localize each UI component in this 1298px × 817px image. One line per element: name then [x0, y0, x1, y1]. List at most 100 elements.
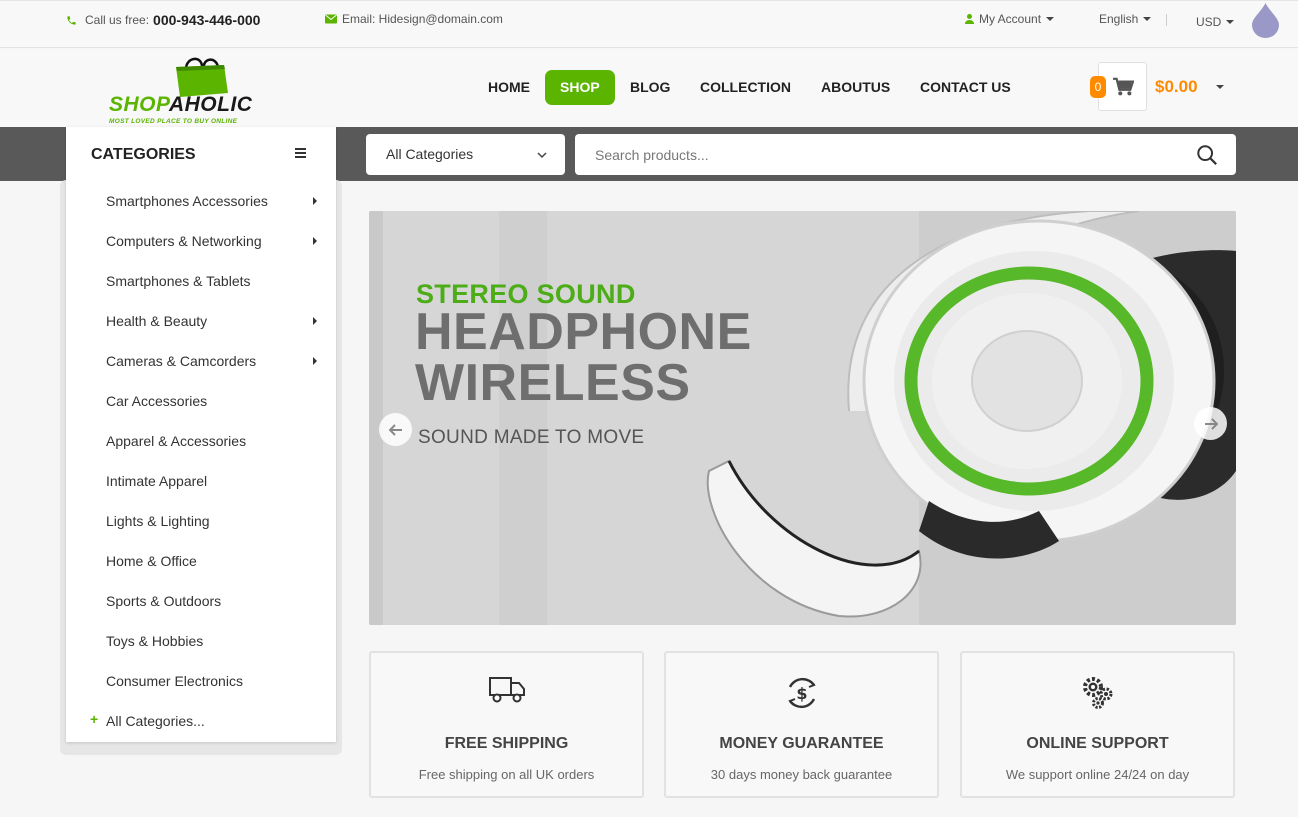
category-item[interactable]: Health & Beauty	[66, 301, 336, 341]
category-select[interactable]: All Categories	[366, 134, 565, 175]
nav-aboutus[interactable]: ABOUTUS	[821, 70, 890, 105]
feature-money-guarantee: $ MONEY GUARANTEE 30 days money back gua…	[664, 651, 939, 798]
nav-home[interactable]: HOME	[488, 70, 530, 105]
chevron-down-icon	[537, 152, 547, 159]
feature-title: ONLINE SUPPORT	[1026, 735, 1169, 752]
hamburger-icon[interactable]	[295, 148, 306, 158]
envelope-icon	[325, 14, 337, 24]
slider-next-button[interactable]	[1194, 407, 1227, 440]
hero-banner[interactable]: STEREO SOUND HEADPHONE WIRELESS SOUND MA…	[369, 211, 1236, 625]
feature-title: FREE SHIPPING	[444, 735, 569, 752]
category-label: Home & Office	[106, 553, 197, 569]
search-icon[interactable]	[1196, 144, 1218, 166]
banner-headline-1: HEADPHONE	[415, 303, 752, 361]
category-label: Toys & Hobbies	[106, 633, 204, 649]
feature-free-shipping: FREE SHIPPING Free shipping on all UK or…	[369, 651, 644, 798]
logo[interactable]: SHOPAHOLIC MOST LOVED PLACE TO BUY ONLIN…	[104, 55, 294, 125]
feature-desc: Free shipping on all UK orders	[418, 767, 595, 782]
svg-text:$: $	[796, 684, 807, 703]
caret-right-icon	[313, 197, 317, 205]
email-info: Email: Hidesign@domain.com	[325, 12, 503, 26]
category-label: Health & Beauty	[106, 313, 208, 329]
feature-online-support: ONLINE SUPPORT We support online 24/24 o…	[960, 651, 1235, 798]
plus-icon: +	[90, 711, 99, 727]
category-item[interactable]: Car Accessories	[66, 381, 336, 421]
category-item[interactable]: Computers & Networking	[66, 221, 336, 261]
category-item[interactable]: Cameras & Camcorders	[66, 341, 336, 381]
banner-headline-2: WIRELESS	[415, 354, 691, 412]
nav-shop[interactable]: SHOP	[545, 70, 615, 105]
banner-stripe	[369, 211, 383, 625]
category-label: Computers & Networking	[106, 233, 262, 249]
phone-number[interactable]: 000-943-446-000	[153, 12, 260, 28]
top-bar: Call us free: 000-943-446-000 Email: Hid…	[0, 0, 1298, 48]
caret-right-icon	[313, 317, 317, 325]
category-label: Sports & Outdoors	[106, 593, 222, 609]
headphone-image	[706, 211, 1236, 618]
divider	[1166, 14, 1167, 26]
all-categories-label: All Categories...	[106, 713, 205, 729]
my-account-label: My Account	[979, 12, 1042, 26]
categories-panel: CATEGORIES Smartphones Accessories Compu…	[66, 127, 336, 742]
nav-collection[interactable]: COLLECTION	[700, 70, 791, 105]
caret-right-icon	[313, 237, 317, 245]
category-label: Apparel & Accessories	[106, 433, 247, 449]
feature-title: MONEY GUARANTEE	[719, 735, 884, 752]
currency-label: USD	[1196, 15, 1222, 29]
my-account-dropdown[interactable]: My Account	[965, 12, 1055, 26]
feature-desc: We support online 24/24 on day	[1005, 767, 1190, 782]
truck-icon	[487, 673, 527, 713]
phone-info: Call us free: 000-943-446-000	[66, 12, 260, 28]
language-label: English	[1099, 12, 1139, 26]
caret-right-icon	[313, 357, 317, 365]
chevron-down-icon	[1143, 17, 1152, 21]
nav-contact-us[interactable]: CONTACT US	[920, 70, 1011, 105]
gears-icon	[1078, 673, 1118, 713]
category-label: Cameras & Camcorders	[106, 353, 257, 369]
feature-desc: 30 days money back guarantee	[710, 767, 893, 782]
category-item[interactable]: Intimate Apparel	[66, 461, 336, 501]
cart-chevron-down-icon[interactable]	[1216, 85, 1224, 89]
category-label: Lights & Lighting	[106, 513, 210, 529]
category-item[interactable]: Lights & Lighting	[66, 501, 336, 541]
cart-total[interactable]: $0.00	[1155, 77, 1198, 97]
all-categories-link[interactable]: + All Categories...	[66, 701, 336, 741]
category-item[interactable]: Home & Office	[66, 541, 336, 581]
category-select-value: All Categories	[386, 146, 474, 162]
phone-label: Call us free:	[85, 13, 150, 27]
email-text[interactable]: Email: Hidesign@domain.com	[342, 12, 503, 26]
category-item[interactable]: Toys & Hobbies	[66, 621, 336, 661]
cart-count-badge: 0	[1090, 76, 1106, 98]
category-label: Smartphones & Tablets	[106, 273, 251, 289]
slider-prev-button[interactable]	[379, 413, 412, 446]
search-box	[575, 134, 1236, 175]
banner-stripe	[499, 211, 547, 625]
arrow-left-icon	[388, 423, 402, 436]
logo-tagline: MOST LOVED PLACE TO BUY ONLINE	[109, 118, 238, 125]
chevron-down-icon	[1226, 20, 1235, 24]
currency-dropdown[interactable]: USD	[1196, 15, 1235, 29]
cart-icon	[1112, 77, 1134, 95]
categories-title: CATEGORIES	[91, 146, 196, 163]
droplet-icon[interactable]	[1251, 2, 1280, 38]
category-item[interactable]: Smartphones Accessories	[66, 181, 336, 221]
chevron-down-icon	[1046, 17, 1055, 21]
category-item[interactable]: Sports & Outdoors	[66, 581, 336, 621]
category-item[interactable]: Consumer Electronics	[66, 661, 336, 701]
arrow-right-icon	[1204, 417, 1218, 430]
category-item[interactable]: Smartphones & Tablets	[66, 261, 336, 301]
category-label: Intimate Apparel	[106, 473, 208, 489]
category-label: Smartphones Accessories	[106, 193, 268, 209]
category-label: Consumer Electronics	[106, 673, 243, 689]
user-icon	[965, 14, 974, 24]
category-label: Car Accessories	[106, 393, 208, 409]
money-back-icon: $	[782, 673, 822, 713]
nav-blog[interactable]: BLOG	[630, 70, 670, 105]
search-input[interactable]	[575, 134, 1185, 175]
categories-header[interactable]: CATEGORIES	[66, 127, 336, 181]
category-item[interactable]: Apparel & Accessories	[66, 421, 336, 461]
language-dropdown[interactable]: English	[1099, 12, 1152, 26]
site-header: SHOPAHOLIC MOST LOVED PLACE TO BUY ONLIN…	[0, 49, 1298, 127]
phone-icon	[66, 15, 77, 26]
logo-wordmark: SHOPAHOLIC	[109, 93, 253, 116]
